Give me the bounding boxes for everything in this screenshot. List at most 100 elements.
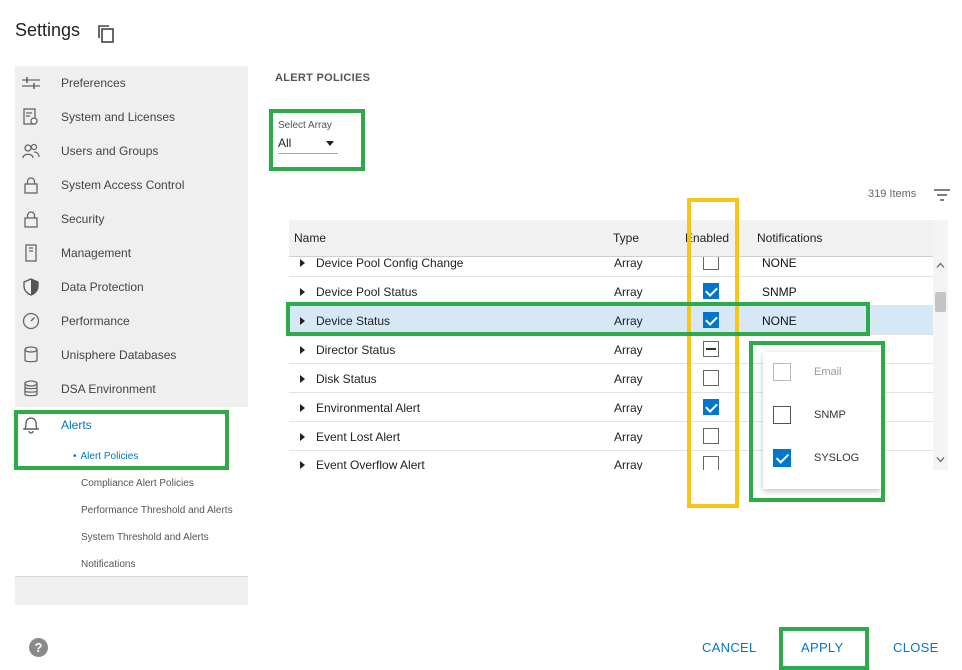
enabled-checkbox[interactable] <box>703 283 719 299</box>
sidebar-item-unisphere-databases[interactable]: Unisphere Databases <box>15 338 248 372</box>
server-icon <box>15 244 61 262</box>
sidebar-item-system-and-licenses[interactable]: System and Licenses <box>15 100 248 134</box>
expand-row-icon[interactable] <box>300 346 305 354</box>
sidebar-item-security[interactable]: Security <box>15 202 248 236</box>
sidebar-item-users-and-groups[interactable]: Users and Groups <box>15 134 248 168</box>
scrollbar-thumb[interactable] <box>935 292 946 312</box>
expand-row-icon[interactable] <box>300 288 305 296</box>
row-name: Device Status <box>316 314 391 328</box>
email-checkbox[interactable] <box>773 363 791 381</box>
license-icon <box>15 108 61 126</box>
sidebar-item-data-protection[interactable]: Data Protection <box>15 270 248 304</box>
sidebar-item-label: System Access Control <box>61 178 185 192</box>
expand-row-icon[interactable] <box>300 433 305 441</box>
section-title: ALERT POLICIES <box>275 72 371 84</box>
row-name: Device Pool Config Change <box>316 257 464 270</box>
table-scrollbar[interactable] <box>933 220 948 470</box>
sidebar-footer-background <box>15 576 248 605</box>
sidebar-subitem-performance-threshold[interactable]: Performance Threshold and Alerts <box>81 505 233 516</box>
sidebar-item-preferences[interactable]: Preferences <box>15 66 248 100</box>
chevron-down-icon <box>326 140 334 146</box>
sidebar-item-label: Security <box>61 212 105 226</box>
sidebar-item-label: Unisphere Databases <box>61 348 177 362</box>
shield-icon <box>15 278 61 296</box>
row-type: Array <box>614 372 643 386</box>
apply-button[interactable]: APPLY <box>801 640 843 655</box>
row-type: Array <box>614 343 643 357</box>
lock-icon <box>15 210 61 228</box>
sidebar-item-dsa-environment[interactable]: DSA Environment <box>15 372 248 406</box>
table-row-selected[interactable]: Device Status Array NONE <box>289 306 933 335</box>
select-array-dropdown[interactable]: Select Array All <box>278 120 338 154</box>
enabled-checkbox[interactable] <box>703 312 719 328</box>
expand-row-icon[interactable] <box>300 375 305 383</box>
sidebar-subitem-notifications[interactable]: Notifications <box>81 559 135 570</box>
sidebar-subitem-compliance-alert-policies[interactable]: Compliance Alert Policies <box>81 478 194 489</box>
copy-icon[interactable] <box>96 24 116 44</box>
row-type: Array <box>614 314 643 328</box>
chevron-up-icon[interactable] <box>936 261 945 270</box>
notifications-dropdown: Email SNMP SYSLOG <box>763 352 881 489</box>
enabled-checkbox[interactable] <box>703 370 719 386</box>
expand-row-icon[interactable] <box>300 461 305 469</box>
sidebar-subitem-alert-policies[interactable]: Alert Policies <box>81 451 139 462</box>
notification-option-snmp[interactable]: SNMP <box>773 406 846 424</box>
expand-row-icon[interactable] <box>300 259 305 267</box>
row-name: Disk Status <box>316 372 377 386</box>
sidebar-item-system-access-control[interactable]: System Access Control <box>15 168 248 202</box>
notification-option-email[interactable]: Email <box>773 363 842 381</box>
enabled-checkbox[interactable] <box>703 428 719 444</box>
select-array-value[interactable]: All <box>278 136 338 154</box>
select-array-label: Select Array <box>278 120 332 131</box>
sidebar-item-label: Users and Groups <box>61 144 159 158</box>
notification-option-label: SNMP <box>814 409 846 421</box>
row-notifications[interactable]: NONE <box>762 257 797 270</box>
sidebar-item-management[interactable]: Management <box>15 236 248 270</box>
enabled-checkbox[interactable] <box>703 399 719 415</box>
database-stack-icon <box>15 380 61 398</box>
table-row[interactable]: Device Pool Config Change Array NONE <box>289 257 933 277</box>
snmp-checkbox[interactable] <box>773 406 791 424</box>
enabled-checkbox[interactable] <box>703 341 719 357</box>
row-name: Event Lost Alert <box>316 430 401 444</box>
enabled-checkbox[interactable] <box>703 456 719 470</box>
cancel-button[interactable]: CANCEL <box>702 640 757 655</box>
items-count: 319 Items <box>868 188 917 200</box>
sidebar-item-label: Management <box>61 246 132 260</box>
row-notifications[interactable]: SNMP <box>762 285 797 299</box>
notification-option-label: SYSLOG <box>814 452 860 464</box>
row-type: Array <box>614 257 643 270</box>
row-name: Event Overflow Alert <box>316 458 425 470</box>
row-notifications[interactable]: NONE <box>762 314 797 328</box>
filter-icon[interactable] <box>933 188 951 202</box>
row-name: Device Pool Status <box>316 285 418 299</box>
sidebar-item-label: System and Licenses <box>61 110 176 124</box>
sidebar-item-label: DSA Environment <box>61 382 156 396</box>
close-button[interactable]: CLOSE <box>893 640 939 655</box>
database-icon <box>15 346 61 364</box>
notification-option-label: Email <box>814 366 842 378</box>
expand-row-icon[interactable] <box>300 404 305 412</box>
sidebar-item-label: Alerts <box>61 418 92 432</box>
column-header-notifications[interactable]: Notifications <box>757 231 822 245</box>
sidebar-item-label: Preferences <box>61 76 126 90</box>
expand-row-icon[interactable] <box>300 317 305 325</box>
row-type: Array <box>614 401 643 415</box>
column-header-name[interactable]: Name <box>294 231 326 245</box>
sidebar-item-label: Data Protection <box>61 280 144 294</box>
help-icon[interactable]: ? <box>29 638 48 657</box>
table-row[interactable]: Device Pool Status Array SNMP <box>289 277 933 306</box>
sidebar-item-performance[interactable]: Performance <box>15 304 248 338</box>
users-icon <box>15 143 61 159</box>
column-header-enabled[interactable]: Enabled <box>685 231 729 245</box>
row-type: Array <box>614 285 643 299</box>
notification-option-syslog[interactable]: SYSLOG <box>773 449 859 467</box>
row-type: Array <box>614 430 643 444</box>
sidebar-subitem-system-threshold[interactable]: System Threshold and Alerts <box>81 532 209 543</box>
column-header-type[interactable]: Type <box>613 231 639 245</box>
lock-icon <box>15 176 61 194</box>
syslog-checkbox[interactable] <box>773 449 791 467</box>
enabled-checkbox[interactable] <box>703 257 719 270</box>
chevron-down-icon[interactable] <box>936 455 945 464</box>
sidebar-item-alerts[interactable]: Alerts <box>15 408 248 442</box>
